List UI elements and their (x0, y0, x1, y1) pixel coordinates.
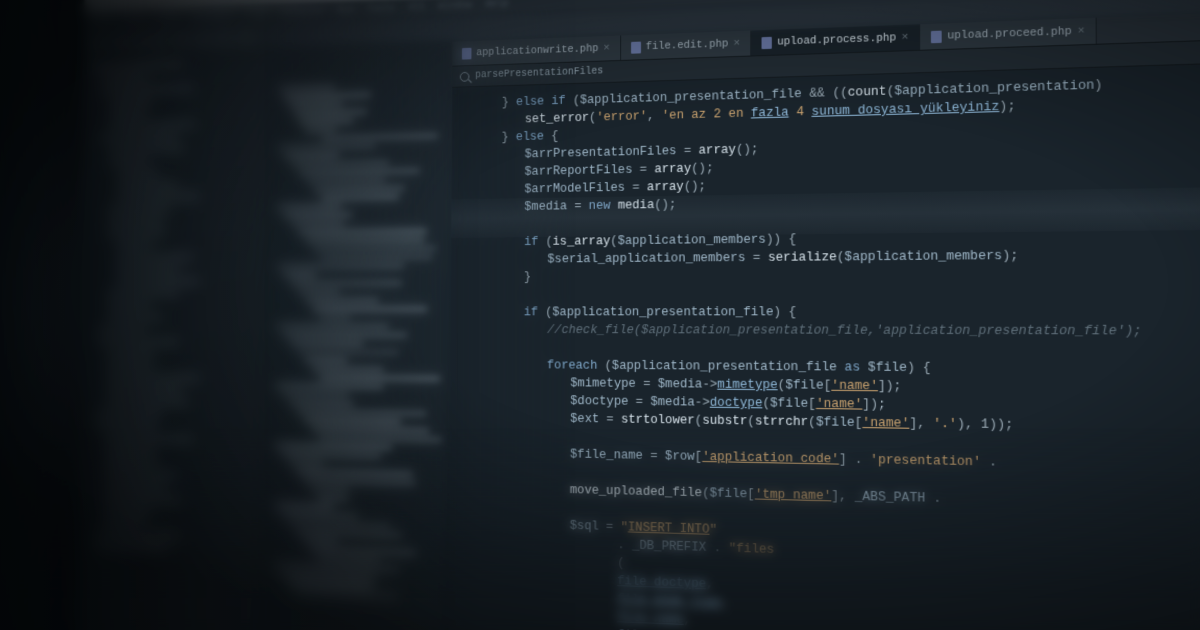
file-icon (762, 36, 772, 48)
project-tree-panel[interactable] (75, 49, 268, 630)
code-editor[interactable]: } else if ($application_presentation_fil… (448, 54, 1200, 630)
ide-window: FileEditViewNavigate CodeRefactorRunTool… (75, 0, 1200, 630)
close-icon[interactable]: × (902, 31, 909, 43)
file-icon (462, 47, 472, 59)
close-icon[interactable]: × (1077, 25, 1084, 38)
editor-area: applicationwrite.php × file.edit.php × uploa… (448, 2, 1200, 630)
search-icon (460, 71, 470, 81)
code-line (478, 282, 1200, 304)
code-line: if ($application_presentation_file) { (477, 302, 1200, 322)
close-icon[interactable]: × (603, 42, 610, 54)
structure-panel[interactable] (261, 42, 452, 630)
code-line: //check_file($application_presentation_f… (477, 321, 1200, 342)
tab-label: upload.process.php (777, 32, 896, 48)
file-icon (931, 30, 942, 43)
find-query-text: parsePresentationFiles (475, 66, 603, 81)
file-icon (631, 41, 641, 53)
close-icon[interactable]: × (733, 37, 740, 49)
tab-label: upload.proceed.php (947, 25, 1071, 42)
tab-label: file.edit.php (646, 38, 729, 53)
editor-tab[interactable]: file.edit.php × (621, 31, 752, 60)
tab-label: applicationwrite.php (476, 43, 598, 59)
